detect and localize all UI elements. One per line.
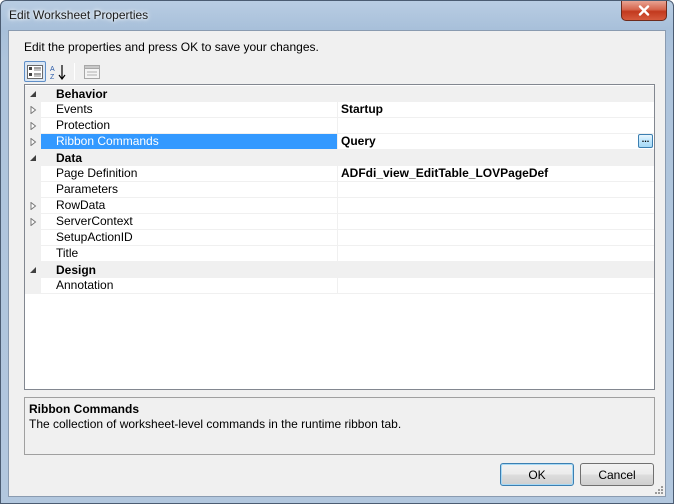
property-value[interactable]: Query ... <box>338 134 654 150</box>
property-value[interactable]: ADFdi_view_EditTable_LOVPageDef <box>338 166 654 182</box>
window-title: Edit Worksheet Properties <box>9 8 149 22</box>
property-value[interactable] <box>338 230 654 246</box>
close-button[interactable] <box>621 1 667 21</box>
property-grid-toolbar: A Z <box>24 60 114 84</box>
category-label: Data <box>56 151 83 165</box>
resize-grip-icon[interactable] <box>653 484 663 494</box>
svg-text:Z: Z <box>50 74 55 80</box>
property-name: SetupActionID <box>41 230 338 246</box>
property-value[interactable] <box>338 214 654 230</box>
property-name: Parameters <box>41 182 338 198</box>
collapse-icon[interactable] <box>29 154 37 162</box>
property-value[interactable] <box>338 182 654 198</box>
row-gutter <box>25 134 41 150</box>
alphabetical-icon: A Z <box>50 64 66 80</box>
property-row-rowdata[interactable]: RowData <box>25 198 654 214</box>
ellipsis-button[interactable]: ... <box>638 134 653 148</box>
row-gutter <box>25 230 41 246</box>
collapse-icon[interactable] <box>29 266 37 274</box>
category-behavior[interactable]: Behavior <box>25 86 654 102</box>
dialog-client-area: Edit the properties and press OK to save… <box>8 30 666 497</box>
expand-icon[interactable] <box>29 106 37 114</box>
row-gutter <box>25 86 41 102</box>
category-design[interactable]: Design <box>25 262 654 278</box>
property-name: Page Definition <box>41 166 338 182</box>
row-gutter <box>25 182 41 198</box>
categorized-icon <box>27 64 43 79</box>
property-row-title[interactable]: Title <box>25 246 654 262</box>
close-icon <box>638 5 650 16</box>
property-name: Ribbon Commands <box>41 134 338 150</box>
property-value[interactable]: Startup <box>338 102 654 118</box>
expand-icon[interactable] <box>29 218 37 226</box>
categorized-button[interactable] <box>24 61 46 82</box>
property-row-servercontext[interactable]: ServerContext <box>25 214 654 230</box>
row-gutter <box>25 278 41 294</box>
property-name: Events <box>41 102 338 118</box>
instructions-text: Edit the properties and press OK to save… <box>24 40 319 54</box>
property-value[interactable] <box>338 118 654 134</box>
property-pages-icon <box>84 64 100 79</box>
property-name: Protection <box>41 118 338 134</box>
cancel-button[interactable]: Cancel <box>580 463 654 486</box>
row-gutter <box>25 262 41 278</box>
svg-text:A: A <box>50 66 55 73</box>
description-text: The collection of worksheet-level comman… <box>29 417 402 431</box>
category-label: Design <box>56 263 97 277</box>
row-gutter <box>25 166 41 182</box>
property-row-annotation[interactable]: Annotation <box>25 278 654 294</box>
property-name: Annotation <box>41 278 338 294</box>
property-pages-button[interactable] <box>81 61 103 82</box>
property-name: RowData <box>41 198 338 214</box>
category-data[interactable]: Data <box>25 150 654 166</box>
property-row-page-definition[interactable]: Page Definition ADFdi_view_EditTable_LOV… <box>25 166 654 182</box>
row-gutter <box>25 198 41 214</box>
property-value[interactable] <box>338 246 654 262</box>
category-label: Behavior <box>56 87 108 101</box>
toolbar-separator <box>74 63 75 80</box>
property-row-setupactionid[interactable]: SetupActionID <box>25 230 654 246</box>
description-title: Ribbon Commands <box>29 402 139 416</box>
ok-button[interactable]: OK <box>500 463 574 486</box>
property-row-ribbon-commands[interactable]: Ribbon Commands Query ... <box>25 134 654 150</box>
row-gutter <box>25 246 41 262</box>
dialog-window: Edit Worksheet Properties Edit the prope… <box>0 0 674 504</box>
property-row-events[interactable]: Events Startup <box>25 102 654 118</box>
property-name: Title <box>41 246 338 262</box>
row-gutter <box>25 102 41 118</box>
expand-icon[interactable] <box>29 122 37 130</box>
title-bar[interactable]: Edit Worksheet Properties <box>1 1 673 31</box>
expand-icon[interactable] <box>29 138 37 146</box>
property-value-text: Query <box>341 134 376 148</box>
property-value[interactable] <box>338 198 654 214</box>
property-value[interactable] <box>338 278 654 294</box>
row-gutter <box>25 214 41 230</box>
property-row-parameters[interactable]: Parameters <box>25 182 654 198</box>
property-name: ServerContext <box>41 214 338 230</box>
row-gutter <box>25 150 41 166</box>
collapse-icon[interactable] <box>29 90 37 98</box>
row-gutter <box>25 118 41 134</box>
description-panel: Ribbon Commands The collection of worksh… <box>24 397 655 455</box>
property-grid[interactable]: Behavior Events Startup Protection Ribbo… <box>24 84 655 390</box>
alphabetical-button[interactable]: A Z <box>48 61 70 82</box>
expand-icon[interactable] <box>29 202 37 210</box>
property-row-protection[interactable]: Protection <box>25 118 654 134</box>
